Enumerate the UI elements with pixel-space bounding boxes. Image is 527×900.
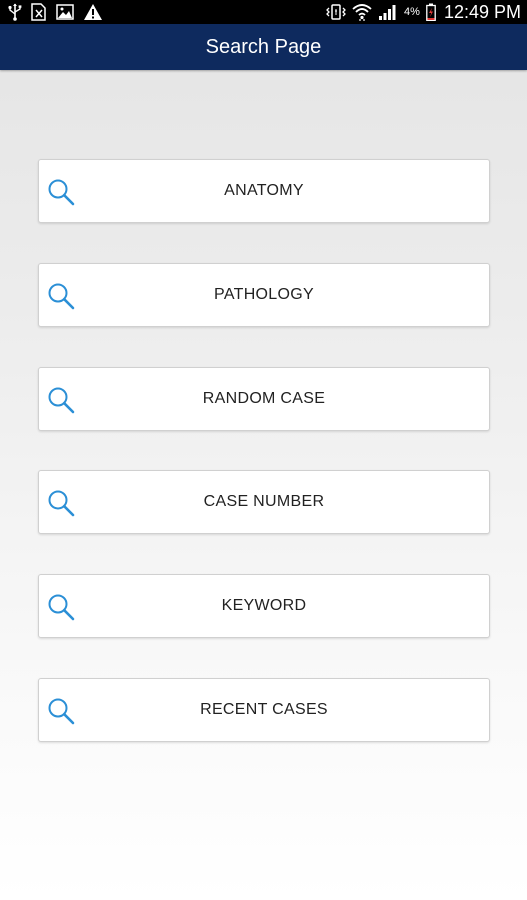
search-icon	[46, 592, 76, 622]
search-anatomy-button[interactable]: ANATOMY	[38, 159, 490, 223]
title-bar: Search Page	[0, 24, 527, 70]
warning-icon	[83, 3, 103, 21]
search-random-case-button[interactable]: RANDOM CASE	[38, 367, 490, 431]
image-icon	[56, 4, 74, 20]
vibrate-icon	[326, 4, 346, 20]
usb-icon	[8, 3, 22, 21]
search-option-label: RANDOM CASE	[202, 390, 326, 407]
search-case-number-button[interactable]: CASE NUMBER	[38, 470, 490, 534]
notification-icons	[8, 2, 103, 22]
search-icon	[46, 281, 76, 311]
search-option-label: PATHOLOGY	[214, 286, 314, 303]
search-option-label: KEYWORD	[221, 597, 307, 614]
no-sim-icon	[31, 3, 47, 21]
search-option-label: RECENT CASES	[200, 701, 328, 718]
status-bar: 4% 12:49 PM	[0, 0, 527, 24]
wifi-icon	[352, 3, 372, 21]
battery-percent: 4%	[404, 6, 420, 18]
system-icons: 4% 12:49 PM	[326, 0, 521, 24]
signal-icon	[378, 3, 398, 21]
clock: 12:49 PM	[443, 1, 521, 22]
battery-icon	[426, 3, 436, 21]
search-icon	[46, 488, 76, 518]
search-pathology-button[interactable]: PATHOLOGY	[38, 263, 490, 327]
search-keyword-button[interactable]: KEYWORD	[38, 574, 490, 638]
search-icon	[46, 385, 76, 415]
search-option-label: ANATOMY	[224, 182, 304, 199]
search-recent-cases-button[interactable]: RECENT CASES	[38, 678, 490, 742]
search-option-label: CASE NUMBER	[203, 493, 325, 510]
search-icon	[46, 696, 76, 726]
page-title: Search Page	[205, 35, 322, 58]
search-icon	[46, 177, 76, 207]
